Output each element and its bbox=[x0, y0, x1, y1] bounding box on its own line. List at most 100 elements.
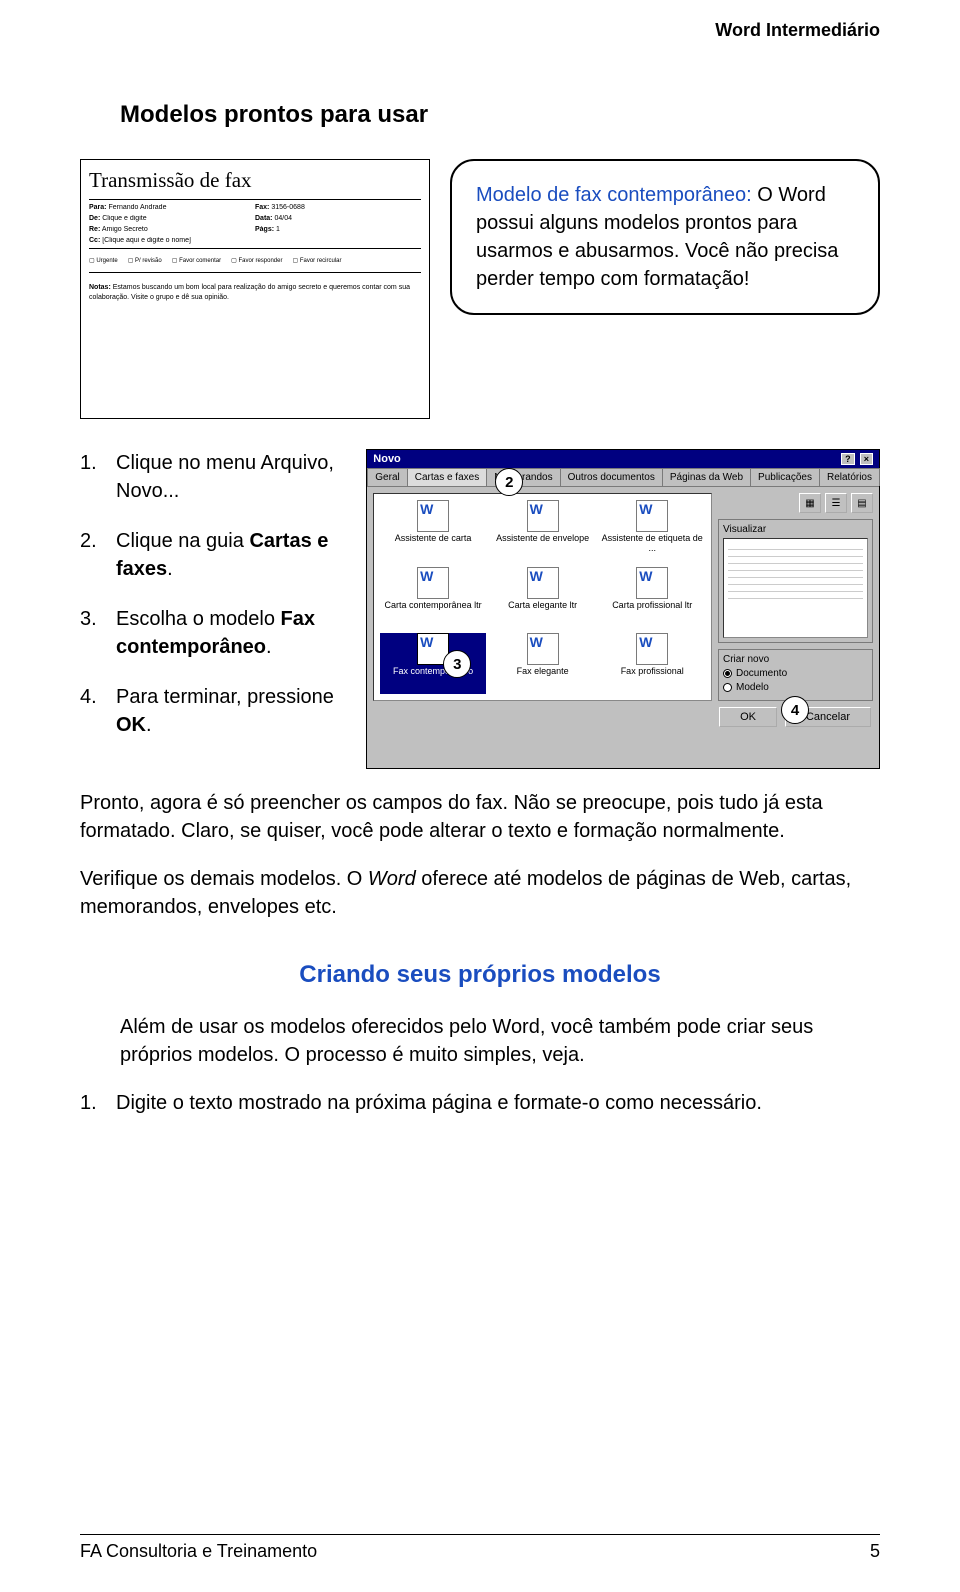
lbl: Para: bbox=[89, 204, 107, 211]
footer-page-number: 5 bbox=[870, 1541, 880, 1562]
doc-icon bbox=[636, 633, 668, 665]
doc-icon bbox=[527, 567, 559, 599]
lbl: De: bbox=[89, 215, 100, 222]
badge-4: 4 bbox=[781, 696, 809, 724]
doc-icon bbox=[636, 567, 668, 599]
section2-step1: 1. Digite o texto mostrado na próxima pá… bbox=[80, 1089, 880, 1117]
b: OK bbox=[116, 714, 146, 736]
lbl: Re: bbox=[89, 226, 100, 233]
tpl-assistente-carta[interactable]: Assistente de carta bbox=[380, 500, 486, 561]
para-verify: Verifique os demais modelos. O Word ofer… bbox=[80, 865, 880, 921]
lbl: Cc: bbox=[89, 237, 100, 244]
val: [Clique aqui e digite o nome] bbox=[102, 237, 191, 244]
val: 3156-0688 bbox=[271, 204, 304, 211]
val: Amigo Secreto bbox=[102, 226, 148, 233]
visualizar-box: Visualizar bbox=[718, 519, 873, 643]
tab-relatorios[interactable]: Relatórios bbox=[819, 468, 880, 486]
chk: Favor responder bbox=[231, 257, 282, 264]
tpl-label: Fax profissional bbox=[599, 667, 705, 687]
novo-dialog: Novo ? × Geral Cartas e faxes Memorandos… bbox=[366, 449, 880, 769]
tpl-label: Fax elegante bbox=[490, 667, 596, 687]
radio-icon bbox=[723, 669, 732, 678]
close-icon[interactable]: × bbox=[860, 453, 873, 465]
tpl-label: Fax contemporâneo bbox=[380, 667, 486, 687]
step-num: 4. bbox=[80, 683, 102, 739]
chk: P/ revisão bbox=[128, 257, 162, 264]
tab-cartas-faxes[interactable]: Cartas e faxes bbox=[407, 468, 487, 486]
t: . bbox=[266, 636, 272, 658]
dialog-title-text: Novo bbox=[373, 453, 401, 465]
doc-icon bbox=[417, 500, 449, 532]
window-buttons: ? × bbox=[839, 453, 873, 465]
steps-row: 1. Clique no menu Arquivo, Novo... 2. Cl… bbox=[80, 449, 880, 769]
preview-area bbox=[723, 538, 868, 638]
tpl-label: Assistente de envelope bbox=[490, 534, 596, 554]
steps-col: 1. Clique no menu Arquivo, Novo... 2. Cl… bbox=[80, 449, 346, 761]
top-row: Transmissão de fax Para: Fernando Andrad… bbox=[80, 159, 880, 419]
step-num: 2. bbox=[80, 527, 102, 583]
tpl-carta-contemporanea[interactable]: Carta contemporânea ltr bbox=[380, 567, 486, 628]
tpl-label: Carta contemporânea ltr bbox=[380, 601, 486, 621]
radio-icon bbox=[723, 683, 732, 692]
tpl-assistente-envelope[interactable]: Assistente de envelope bbox=[490, 500, 596, 561]
footer-left: FA Consultoria e Treinamento bbox=[80, 1541, 317, 1562]
tpl-assistente-etiqueta[interactable]: Assistente de etiqueta de ... bbox=[599, 500, 705, 561]
tpl-fax-elegante[interactable]: Fax elegante bbox=[490, 633, 596, 694]
lbl: Data: bbox=[255, 215, 273, 222]
step-3: 3. Escolha o modelo Fax contemporâneo. bbox=[80, 605, 346, 661]
details-icon[interactable]: ▤ bbox=[851, 493, 873, 513]
dialog-titlebar: Novo ? × bbox=[367, 450, 879, 468]
italic: Word bbox=[368, 868, 416, 890]
large-icons-icon[interactable]: ▦ bbox=[799, 493, 821, 513]
page-content: Modelos prontos para usar Transmissão de… bbox=[0, 41, 960, 1117]
ok-button[interactable]: OK bbox=[719, 707, 777, 727]
val: 1 bbox=[276, 226, 280, 233]
step-num: 3. bbox=[80, 605, 102, 661]
fax-checks: Urgente P/ revisão Favor comentar Favor … bbox=[89, 257, 421, 264]
doc-icon bbox=[636, 500, 668, 532]
tab-geral[interactable]: Geral bbox=[367, 468, 407, 486]
criar-novo-box: Criar novo Documento Modelo bbox=[718, 649, 873, 701]
tab-publicacoes[interactable]: Publicações bbox=[750, 468, 820, 486]
section-title-1: Modelos prontos para usar bbox=[120, 101, 880, 129]
page-footer: FA Consultoria e Treinamento 5 bbox=[80, 1534, 880, 1562]
fax-preview: Transmissão de fax Para: Fernando Andrad… bbox=[80, 159, 430, 419]
list-icon[interactable]: ☰ bbox=[825, 493, 847, 513]
help-icon[interactable]: ? bbox=[841, 453, 855, 465]
doc-icon bbox=[417, 567, 449, 599]
tab-outros[interactable]: Outros documentos bbox=[560, 468, 663, 486]
divider bbox=[89, 272, 421, 273]
note-text: Estamos buscando um bom local para reali… bbox=[89, 284, 410, 301]
t: . bbox=[146, 714, 152, 736]
step-text: Clique na guia Cartas e faxes. bbox=[116, 527, 346, 583]
doc-icon bbox=[527, 633, 559, 665]
callout-box: Modelo de fax contemporâneo: O Word poss… bbox=[450, 159, 880, 315]
tpl-fax-profissional[interactable]: Fax profissional bbox=[599, 633, 705, 694]
lbl: Págs: bbox=[255, 226, 274, 233]
tpl-carta-elegante[interactable]: Carta elegante ltr bbox=[490, 567, 596, 628]
radio-documento[interactable]: Documento bbox=[723, 668, 868, 679]
step-text: Para terminar, pressione OK. bbox=[116, 683, 346, 739]
note-lbl: Notas: bbox=[89, 284, 111, 291]
fax-note: Notas: Estamos buscando um bom local par… bbox=[89, 283, 421, 303]
criar-label: Criar novo bbox=[723, 654, 868, 665]
lbl: Fax: bbox=[255, 204, 269, 211]
para-after-steps: Pronto, agora é só preencher os campos d… bbox=[80, 789, 880, 845]
radio-label: Documento bbox=[736, 668, 787, 679]
tpl-carta-profissional[interactable]: Carta profissional ltr bbox=[599, 567, 705, 628]
tab-paginas-web[interactable]: Páginas da Web bbox=[662, 468, 751, 486]
step-2: 2. Clique na guia Cartas e faxes. bbox=[80, 527, 346, 583]
divider bbox=[89, 199, 421, 200]
step-num: 1. bbox=[80, 1089, 102, 1117]
t: . bbox=[167, 558, 173, 580]
radio-modelo[interactable]: Modelo bbox=[723, 682, 868, 693]
tpl-label: Assistente de carta bbox=[380, 534, 486, 554]
right-pane: ▦ ☰ ▤ Visualizar Criar novo Documento Mo… bbox=[718, 493, 873, 701]
step-4: 4. Para terminar, pressione OK. bbox=[80, 683, 346, 739]
val: Fernando Andrade bbox=[108, 204, 166, 211]
page-header: Word Intermediário bbox=[0, 0, 960, 41]
step-1: 1. Clique no menu Arquivo, Novo... bbox=[80, 449, 346, 505]
tpl-label: Carta elegante ltr bbox=[490, 601, 596, 621]
step-text: Escolha o modelo Fax contemporâneo. bbox=[116, 605, 346, 661]
view-icons: ▦ ☰ ▤ bbox=[718, 493, 873, 513]
